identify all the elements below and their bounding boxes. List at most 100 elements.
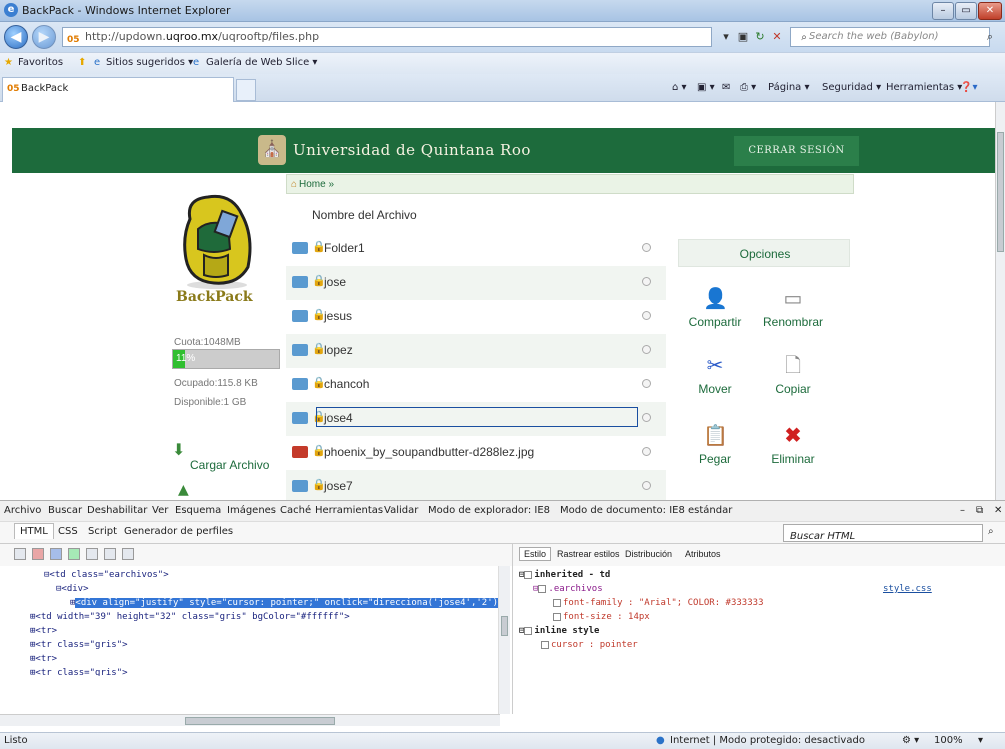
file-row[interactable]: 🔒 jose4 [286,402,666,436]
rename-button[interactable]: ▭ Renombrar [748,287,838,329]
tab-attributes[interactable]: Atributos [685,549,721,559]
web-slice-link[interactable]: Galería de Web Slice ▾ [206,57,317,68]
tab-style[interactable]: Estilo [519,547,552,561]
dt-menu-buscar[interactable]: Buscar [48,505,82,516]
refresh-icon[interactable]: ↻ [752,29,768,45]
file-row[interactable]: 🔒 jose [286,266,666,300]
file-select-radio[interactable] [642,311,651,320]
devtools-search-input[interactable]: Buscar HTML [783,524,983,542]
file-name[interactable]: jose [324,275,346,289]
file-select-radio[interactable] [642,447,651,456]
dt-menu-herramientas[interactable]: Herramientas [315,505,383,516]
edit-attribute-icon[interactable] [122,548,134,560]
save-icon[interactable] [50,548,62,560]
dom-node[interactable]: ⊞<td width="39" height="32" class="gris"… [30,612,350,622]
security-menu[interactable]: Seguridad ▾ [822,82,881,93]
logout-button[interactable]: CERRAR SESIÓN [734,136,859,166]
zoom-tools-icon[interactable]: ⚙ ▾ [902,735,919,746]
page-scroll-thumb[interactable] [997,132,1004,252]
file-select-radio[interactable] [642,379,651,388]
tab-trace-styles[interactable]: Rastrear estilos [557,549,620,559]
file-name[interactable]: Folder1 [324,241,365,255]
browser-mode[interactable]: Modo de explorador: IE8 [428,505,550,516]
page-scrollbar[interactable] [995,102,1005,500]
back-button[interactable]: ◀ [4,25,28,49]
new-tab-button[interactable] [236,79,256,101]
favorites-button[interactable]: Favoritos [18,57,63,68]
security-zone[interactable]: Internet | Modo protegido: desactivado [670,735,865,746]
print-icon[interactable]: ⎙ ▾ [740,82,756,93]
search-go-icon[interactable]: ⌕ [982,29,998,45]
dom-scrollbar[interactable] [498,566,510,714]
dom-node[interactable]: ⊞<tr class="gris"> [30,668,128,676]
dropdown-icon[interactable]: ▾ [718,29,734,45]
dom-node[interactable]: ⊞<tr> [30,626,57,636]
file-select-radio[interactable] [642,277,651,286]
address-input[interactable]: 05 http://updown.uqroo.mx/uqrooftp/files… [62,27,712,47]
edit-icon[interactable] [104,548,116,560]
search-input[interactable]: Search the web (Babylon) [790,27,990,47]
tab-css[interactable]: CSS [58,526,78,537]
file-select-radio[interactable] [642,243,651,252]
tab-profiler[interactable]: Generador de perfiles [124,526,233,537]
dom-node[interactable]: ⊟<td class="earchivos"> [44,570,169,580]
zoom-dropdown-icon[interactable]: ▾ [978,735,983,746]
word-wrap-icon[interactable] [86,548,98,560]
file-select-radio[interactable] [642,413,651,422]
zoom-level[interactable]: 100% [934,735,963,746]
devtools-search-icon[interactable]: ⌕ [988,526,994,537]
file-select-radio[interactable] [642,481,651,490]
add-favorites-icon[interactable]: ⬆ [78,57,86,68]
mail-icon[interactable]: ✉ [722,82,730,93]
file-name[interactable]: jesus [324,309,352,323]
feeds-icon[interactable]: ▣ ▾ [697,82,715,93]
suggested-sites-link[interactable]: Sitios sugeridos ▾ [106,57,193,68]
document-mode[interactable]: Modo de documento: IE8 estándar [560,505,732,516]
devtools-close-icon[interactable]: ✕ [994,505,1002,516]
move-button[interactable]: ✂ Mover [670,354,760,396]
tab-backpack[interactable]: 05 BackPack [2,77,234,102]
maximize-button[interactable]: ▭ [955,2,977,20]
page-menu[interactable]: Página ▾ [768,82,810,93]
file-row[interactable]: 🔒 jesus [286,300,666,334]
file-name[interactable]: phoenix_by_soupandbutter-d288lez.jpg [324,445,534,459]
paste-button[interactable]: 📋 Pegar [670,424,760,466]
minimize-button[interactable]: – [932,2,954,20]
file-row[interactable]: 🔒 phoenix_by_soupandbutter-d288lez.jpg [286,436,666,470]
devtools-undock-icon[interactable]: ⧉ [976,505,983,516]
dom-node[interactable]: ⊞<tr class="gris"> [30,640,128,650]
dt-menu-cache[interactable]: Caché [280,505,311,516]
refresh-dom-icon[interactable] [68,548,80,560]
tab-html[interactable]: HTML [14,523,54,539]
devtools-minimize-icon[interactable]: – [960,505,965,516]
tab-script[interactable]: Script [88,526,117,537]
dom-horizontal-scrollbar[interactable] [0,714,500,726]
upload-file-link[interactable]: Cargar Archivo [190,458,269,472]
file-name[interactable]: lopez [324,343,353,357]
dt-menu-esquema[interactable]: Esquema [175,505,221,516]
dt-menu-validar[interactable]: Validar [384,505,418,516]
help-icon[interactable]: ❓▾ [960,82,977,93]
dt-menu-archivo[interactable]: Archivo [4,505,41,516]
clear-icon[interactable] [32,548,44,560]
file-row[interactable]: 🔒 lopez [286,334,666,368]
close-window-button[interactable]: ✕ [978,2,1002,20]
dom-scroll-thumb[interactable] [501,616,508,636]
dt-menu-ver[interactable]: Ver [152,505,168,516]
dom-node[interactable]: ⊟<div> [56,584,89,594]
tools-menu[interactable]: Herramientas ▾ [886,82,962,93]
copy-button[interactable]: 🗋 Copiar [748,354,838,396]
dt-menu-imagenes[interactable]: Imágenes [227,505,276,516]
dt-menu-deshabilitar[interactable]: Deshabilitar [87,505,147,516]
upload-icon[interactable]: ⬇ [172,440,192,459]
breadcrumb-home[interactable]: Home » [299,179,334,190]
file-name[interactable]: jose7 [324,479,353,493]
file-name[interactable]: chancoh [324,377,369,391]
file-row[interactable]: 🔒 chancoh [286,368,666,402]
tab-layout[interactable]: Distribución [625,549,672,559]
file-select-radio[interactable] [642,345,651,354]
delete-button[interactable]: ✖ Eliminar [748,424,838,466]
home-icon[interactable]: ⌂ ▾ [672,82,687,93]
file-row[interactable]: 🔒 jose7 [286,470,666,500]
file-row[interactable]: 🔒 Folder1 [286,232,666,266]
